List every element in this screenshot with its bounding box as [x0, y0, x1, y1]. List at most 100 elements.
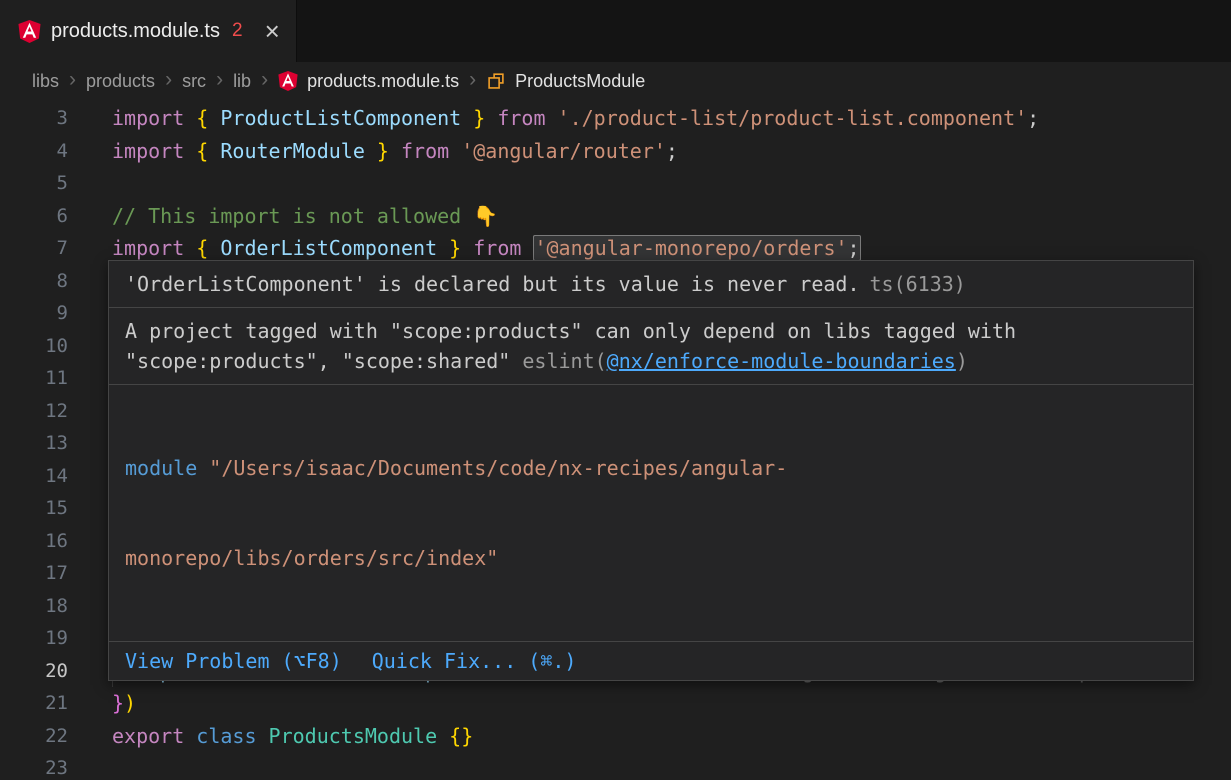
code-token: }	[377, 139, 389, 163]
line-number[interactable]: 21	[0, 687, 90, 720]
line-number[interactable]: 10	[0, 330, 90, 363]
class-symbol-icon	[486, 71, 506, 91]
code-token	[437, 724, 449, 748]
breadcrumb-item-lib[interactable]: lib	[233, 71, 251, 92]
eslint-message-line1: A project tagged with "scope:products" c…	[125, 316, 1177, 346]
module-path-block: module "/Users/isaac/Documents/code/nx-r…	[109, 385, 1193, 641]
chevron-right-icon: ›	[68, 69, 77, 93]
eslint-message-line2: "scope:products", "scope:shared" eslint(…	[125, 346, 1177, 376]
line-number[interactable]: 16	[0, 525, 90, 558]
code-token: from	[389, 139, 461, 163]
code-token: import	[112, 236, 196, 260]
code-token: {	[196, 139, 208, 163]
code-content: import { RouterModule } from '@angular/r…	[90, 135, 1231, 168]
code-token: '@angular-monorepo/orders'	[533, 235, 847, 261]
module-path-line2: monorepo/libs/orders/src/index"	[125, 543, 1177, 573]
eslint-rule-link[interactable]: @nx/enforce-module-boundaries	[607, 349, 956, 373]
line-number[interactable]: 4	[0, 135, 90, 168]
tab-bar: products.module.ts 2 ×	[0, 0, 1231, 62]
code-token: {	[196, 106, 208, 130]
eslint-source-prefix: eslint(	[522, 349, 606, 373]
error-squiggle: import { OrderListComponent } from '@ang…	[112, 235, 861, 261]
breadcrumb-item-symbol[interactable]: ProductsModule	[515, 71, 645, 92]
code-token: }	[449, 236, 461, 260]
code-token: }	[112, 691, 124, 715]
chevron-right-icon: ›	[164, 69, 173, 93]
code-token: from	[461, 236, 533, 260]
eslint-message-line2-text: "scope:products", "scope:shared"	[125, 349, 522, 373]
code-content: export class ProductsModule {}	[90, 720, 1231, 753]
line-number[interactable]: 8	[0, 265, 90, 298]
tab-label: products.module.ts	[51, 20, 220, 43]
quick-fix-action[interactable]: Quick Fix... (⌘.)	[372, 648, 577, 674]
code-line-5[interactable]: 5	[0, 167, 1231, 200]
angular-file-icon	[278, 71, 298, 91]
code-token: {	[196, 236, 208, 260]
chevron-right-icon: ›	[215, 69, 224, 93]
code-content	[90, 167, 1231, 200]
line-number[interactable]: 11	[0, 362, 90, 395]
code-line-21[interactable]: 21})	[0, 687, 1231, 720]
code-token: from	[485, 106, 557, 130]
line-number[interactable]: 19	[0, 622, 90, 655]
code-line-3[interactable]: 3import { ProductListComponent } from '.…	[0, 102, 1231, 135]
code-line-23[interactable]: 23	[0, 752, 1231, 780]
code-token: RouterModule	[208, 139, 377, 163]
code-token: {}	[449, 724, 473, 748]
line-number[interactable]: 6	[0, 200, 90, 233]
code-content: // This import is not allowed 👇	[90, 200, 1231, 233]
code-line-22[interactable]: 22export class ProductsModule {}	[0, 720, 1231, 753]
code-token: ;	[1027, 106, 1039, 130]
angular-file-icon	[18, 20, 41, 43]
editor[interactable]: 3import { ProductListComponent } from '.…	[0, 100, 1231, 780]
code-token: './product-list/product-list.component'	[558, 106, 1028, 130]
code-token: class	[196, 724, 268, 748]
code-token: ;	[848, 235, 861, 261]
code-content: })	[90, 687, 1231, 720]
ts-message-text: 'OrderListComponent' is declared but its…	[125, 272, 860, 296]
code-token: )	[124, 691, 136, 715]
code-line-4[interactable]: 4import { RouterModule } from '@angular/…	[0, 135, 1231, 168]
module-path-line1: module "/Users/isaac/Documents/code/nx-r…	[125, 453, 1177, 483]
line-number[interactable]: 12	[0, 395, 90, 428]
chevron-right-icon: ›	[260, 69, 269, 93]
code-line-6[interactable]: 6// This import is not allowed 👇	[0, 200, 1231, 233]
ts-error-code: ts(6133)	[870, 272, 966, 296]
breadcrumb-item-file[interactable]: products.module.ts	[307, 71, 459, 92]
line-number[interactable]: 17	[0, 557, 90, 590]
tab-error-count-badge: 2	[232, 20, 243, 42]
breadcrumb-item-libs[interactable]: libs	[32, 71, 59, 92]
code-token: // This import is not allowed	[112, 204, 473, 228]
chevron-right-icon: ›	[468, 69, 477, 93]
line-number[interactable]: 14	[0, 460, 90, 493]
line-number[interactable]: 3	[0, 102, 90, 135]
vscode-window: products.module.ts 2 × libs › products ›…	[0, 0, 1231, 780]
line-number[interactable]: 15	[0, 492, 90, 525]
line-number[interactable]: 9	[0, 297, 90, 330]
close-icon[interactable]: ×	[265, 18, 280, 44]
line-number[interactable]: 18	[0, 590, 90, 623]
line-number[interactable]: 7	[0, 232, 90, 265]
tab-products-module[interactable]: products.module.ts 2 ×	[0, 0, 297, 62]
code-token: OrderListComponent	[208, 236, 449, 260]
hover-status-bar: View Problem (⌥F8) Quick Fix... (⌘.)	[109, 641, 1193, 680]
code-content: import { ProductListComponent } from './…	[90, 102, 1231, 135]
code-token: }	[473, 106, 485, 130]
code-content	[90, 752, 1231, 780]
breadcrumb-item-src[interactable]: src	[182, 71, 206, 92]
breadcrumb-item-products[interactable]: products	[86, 71, 155, 92]
line-number[interactable]: 20	[0, 655, 90, 688]
ts-diagnostic-message: 'OrderListComponent' is declared but its…	[109, 261, 1193, 307]
code-token: ;	[666, 139, 678, 163]
eslint-diagnostic-message: A project tagged with "scope:products" c…	[109, 308, 1193, 384]
line-number[interactable]: 5	[0, 167, 90, 200]
code-token: export	[112, 724, 196, 748]
line-number[interactable]: 22	[0, 720, 90, 753]
line-number[interactable]: 23	[0, 752, 90, 780]
code-token: import	[112, 139, 196, 163]
view-problem-action[interactable]: View Problem (⌥F8)	[125, 648, 342, 674]
module-keyword: module	[125, 456, 209, 480]
line-number[interactable]: 13	[0, 427, 90, 460]
code-token: ProductsModule	[269, 724, 438, 748]
diagnostic-hover-popup: 'OrderListComponent' is declared but its…	[108, 260, 1194, 681]
